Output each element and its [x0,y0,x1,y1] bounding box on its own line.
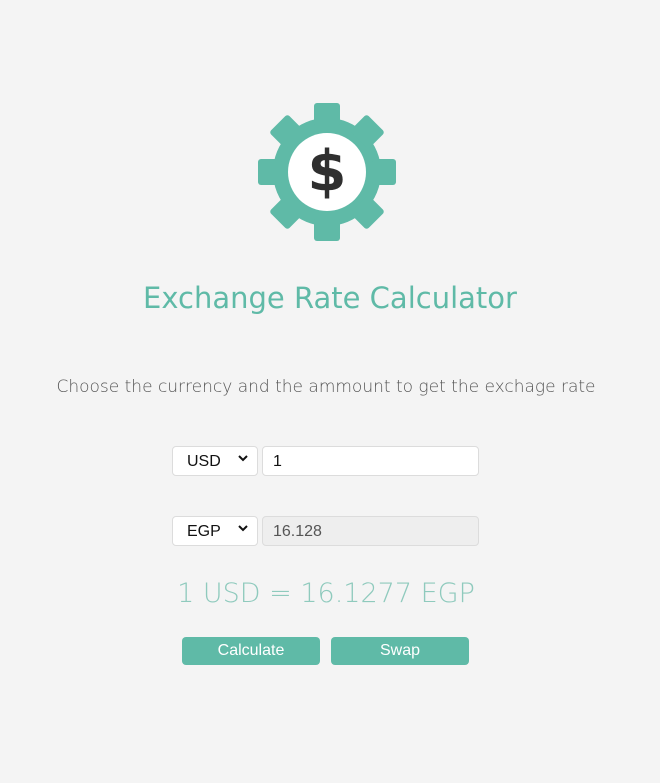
from-amount-input[interactable]: 1 [262,446,479,476]
to-currency-value: EGP [187,523,221,540]
calculate-button[interactable]: Calculate [182,637,320,665]
from-currency-value: USD [187,453,221,470]
chevron-down-icon [238,525,248,532]
to-currency-select[interactable]: EGP [172,516,258,546]
from-currency-select[interactable]: USD [172,446,258,476]
svg-text:$: $ [308,139,347,204]
to-amount-field: 16.128 [262,516,479,546]
page-title: Exchange Rate Calculator [143,281,517,315]
exchange-rate-page: $ Exchange Rate Calculator Choose the cu… [0,0,660,783]
page-subtitle: Choose the currency and the ammount to g… [56,377,596,397]
dollar-gear-icon: $ [258,103,396,241]
swap-button[interactable]: Swap [331,637,469,665]
chevron-down-icon [238,455,248,462]
exchange-rate-result: 1 USD = 16.1277 EGP [177,578,475,609]
